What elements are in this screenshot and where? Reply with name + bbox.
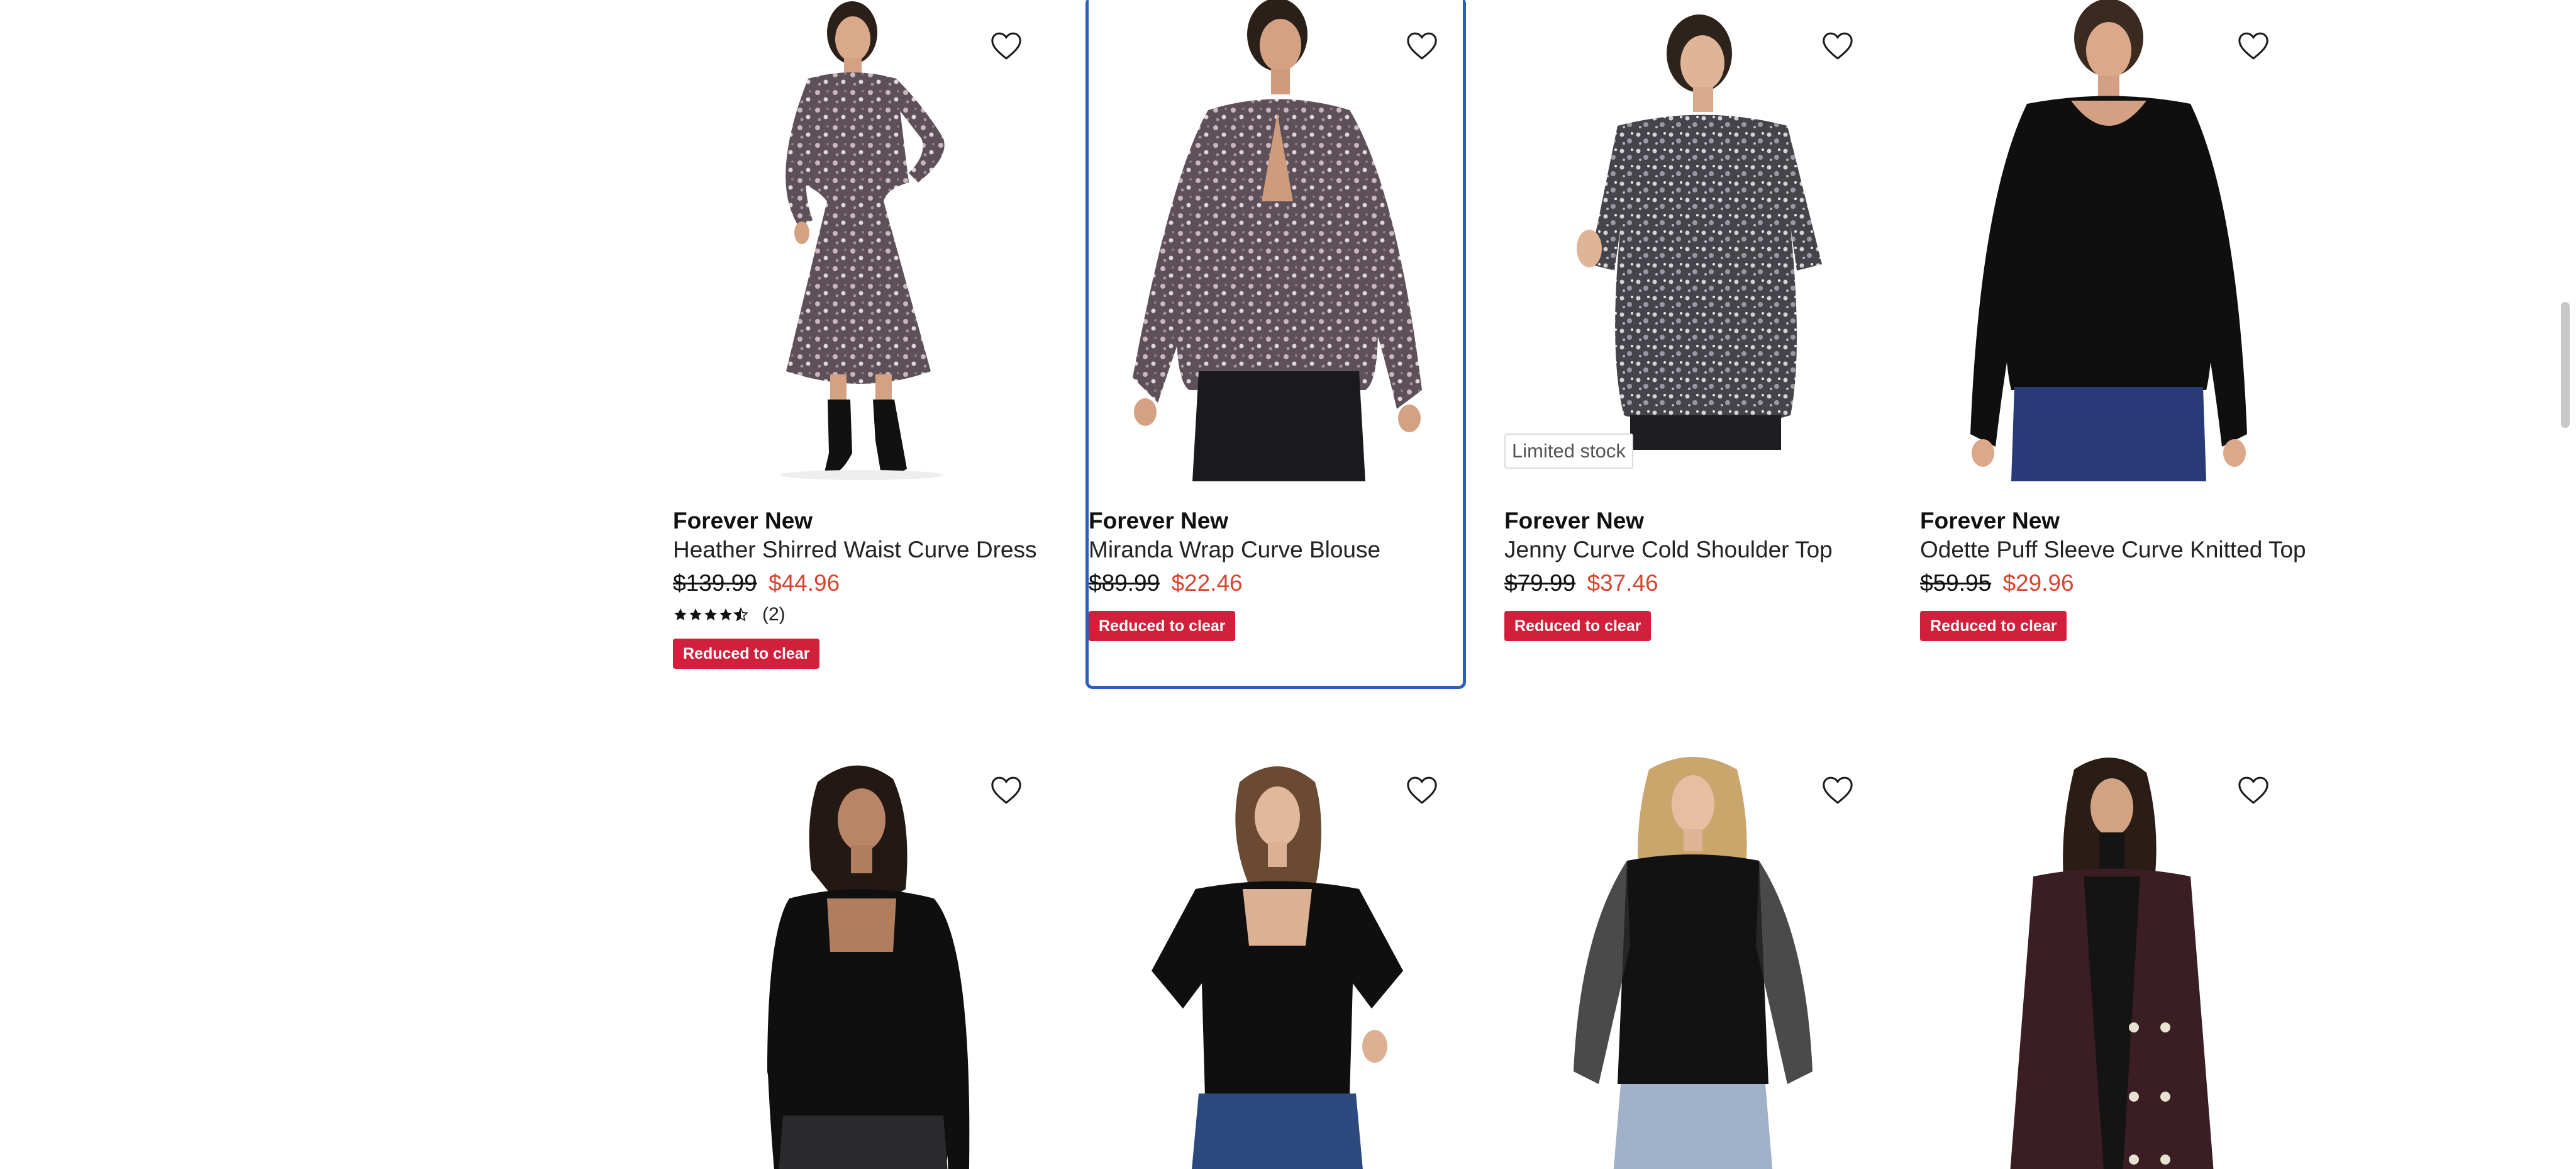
wishlist-button[interactable] <box>2231 768 2275 812</box>
product-prices: $89.99 $22.46 <box>1089 566 1463 601</box>
promo-badge: Reduced to clear <box>673 639 820 669</box>
heart-outline-icon <box>1820 773 1855 808</box>
product-grid-page: Forever New Heather Shirred Waist Curve … <box>0 0 2576 1169</box>
product-image[interactable] <box>1089 744 1463 1169</box>
product-photo <box>1504 0 1879 481</box>
product-photo <box>1920 0 2294 481</box>
product-card[interactable]: Limited stock Forever New Jenny Curve Co… <box>1504 0 1879 641</box>
product-photo <box>673 0 1047 481</box>
heart-outline-icon <box>1404 773 1440 808</box>
star-icon <box>688 607 703 622</box>
product-prices: $79.99 $37.46 <box>1504 566 1879 601</box>
product-image[interactable] <box>1920 744 2294 1169</box>
wishlist-button[interactable] <box>1400 24 1444 68</box>
was-price: $59.95 <box>1920 570 1992 596</box>
sale-price: $37.46 <box>1587 570 1658 596</box>
star-icon <box>703 607 718 622</box>
product-title[interactable]: Heather Shirred Waist Curve Dress <box>673 535 1047 564</box>
product-prices: $139.99 $44.96 <box>673 566 1047 601</box>
heart-outline-icon <box>2236 28 2271 64</box>
product-card[interactable] <box>1504 744 1879 1169</box>
wishlist-button[interactable] <box>1816 768 1860 812</box>
heart-outline-icon <box>989 28 1024 64</box>
heart-outline-icon <box>1404 28 1440 64</box>
product-brand: Forever New <box>1504 508 1645 534</box>
product-image[interactable] <box>1504 744 1879 1169</box>
product-photo <box>673 744 1047 1169</box>
limited-stock-badge: Limited stock <box>1504 433 1633 469</box>
product-card[interactable]: Forever New Miranda Wrap Curve Blouse $8… <box>1085 0 1466 689</box>
product-title[interactable]: Miranda Wrap Curve Blouse <box>1089 535 1463 564</box>
product-brand: Forever New <box>1920 508 2060 534</box>
rating-count: (2) <box>762 604 786 625</box>
product-photo <box>1920 744 2294 1169</box>
wishlist-button[interactable] <box>1816 24 1860 68</box>
rating-stars <box>673 607 748 622</box>
product-prices: $59.95 $29.96 <box>1920 566 2294 601</box>
product-card[interactable] <box>1920 744 2294 1169</box>
wishlist-button[interactable] <box>1400 768 1444 812</box>
promo-badge: Reduced to clear <box>1920 611 2067 641</box>
page-scrollbar[interactable] <box>2561 302 2570 428</box>
star-half-icon <box>733 607 748 622</box>
product-card[interactable]: Forever New Heather Shirred Waist Curve … <box>673 0 1047 669</box>
promo-badge: Reduced to clear <box>1504 611 1652 641</box>
was-price: $139.99 <box>673 570 757 596</box>
product-card[interactable] <box>673 744 1047 1169</box>
sale-price: $44.96 <box>769 570 840 596</box>
wishlist-button[interactable] <box>2231 24 2275 68</box>
sale-price: $22.46 <box>1171 570 1243 596</box>
product-title[interactable]: Odette Puff Sleeve Curve Knitted Top <box>1920 535 2306 564</box>
heart-outline-icon <box>1820 28 1855 64</box>
wishlist-button[interactable] <box>984 768 1028 812</box>
promo-badge: Reduced to clear <box>1089 611 1236 641</box>
product-image[interactable] <box>1089 0 1463 481</box>
heart-outline-icon <box>2236 773 2271 808</box>
sale-price: $29.96 <box>2002 570 2074 596</box>
star-icon <box>673 607 688 622</box>
product-image[interactable]: Limited stock <box>1504 0 1879 481</box>
product-image[interactable] <box>673 744 1047 1169</box>
product-photo <box>1504 744 1879 1169</box>
product-brand: Forever New <box>1089 508 1229 534</box>
star-icon <box>718 607 733 622</box>
was-price: $79.99 <box>1504 570 1576 596</box>
heart-outline-icon <box>989 773 1024 808</box>
was-price: $89.99 <box>1089 570 1160 596</box>
product-image[interactable] <box>1920 0 2294 481</box>
product-title[interactable]: Jenny Curve Cold Shoulder Top <box>1504 535 1879 564</box>
product-card[interactable] <box>1089 744 1463 1169</box>
product-rating[interactable]: (2) <box>673 601 1047 629</box>
wishlist-button[interactable] <box>984 24 1028 68</box>
product-photo <box>1089 744 1463 1169</box>
product-brand: Forever New <box>673 508 813 534</box>
product-photo <box>1089 0 1463 481</box>
product-image[interactable] <box>673 0 1047 481</box>
product-card[interactable]: Forever New Odette Puff Sleeve Curve Kni… <box>1920 0 2306 641</box>
